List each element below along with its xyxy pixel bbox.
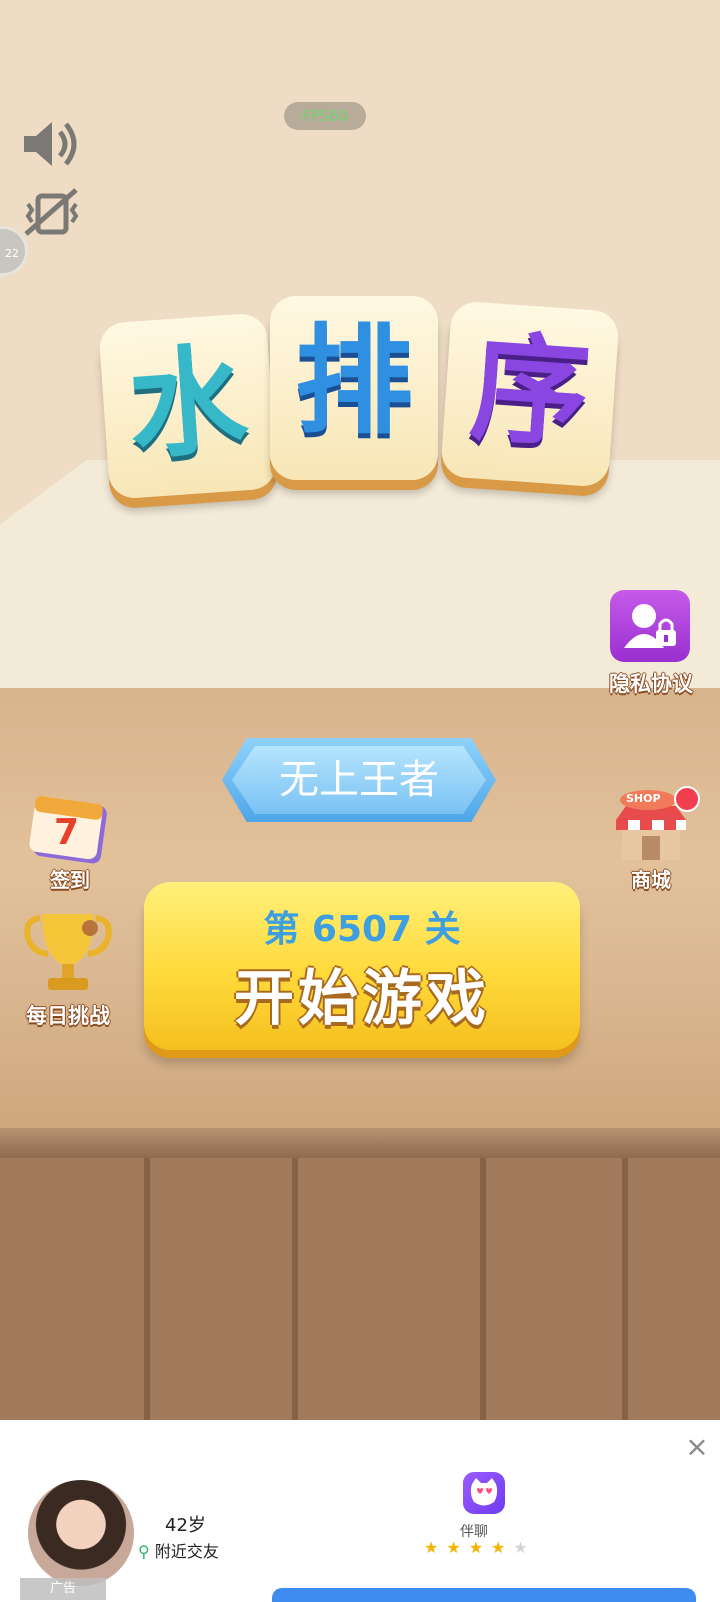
cabinet-divider: [292, 1158, 298, 1420]
trophy-icon: [18, 908, 118, 998]
calendar-day: 7: [54, 812, 80, 853]
fps-counter: FPS60: [284, 102, 366, 130]
start-game-button[interactable]: 第 6507 关 开始游戏: [144, 882, 580, 1050]
star-icon: ★: [468, 1538, 492, 1557]
shop-label: 商城: [631, 868, 671, 892]
star-icon: ★: [424, 1538, 447, 1557]
rank-label: 无上王者: [232, 746, 486, 814]
cabinet-divider: [622, 1158, 628, 1420]
ad-location-text: 附近交友: [154, 1542, 219, 1561]
title-char: 水: [124, 330, 252, 476]
ad-age: 42岁: [165, 1515, 206, 1536]
star-icon: ★: [491, 1538, 514, 1557]
title-tile: 水: [98, 312, 278, 500]
calendar-icon: 7: [28, 792, 112, 864]
signin-label: 签到: [50, 868, 90, 892]
title-char: 排: [294, 312, 413, 450]
ad-location: ⚲ 附近交友: [138, 1538, 219, 1562]
vibration-off-icon[interactable]: [20, 184, 82, 240]
shop-notification-dot: [674, 786, 700, 812]
daily-challenge-label: 每日挑战: [26, 1004, 110, 1028]
game-scene: [0, 0, 720, 1420]
ad-app-icon[interactable]: [463, 1472, 505, 1514]
rank-badge: 无上王者: [222, 738, 496, 822]
star-icon: ★: [513, 1538, 536, 1557]
location-pin-icon: ⚲: [138, 1542, 150, 1561]
star-icon: ★: [446, 1538, 469, 1557]
cabinet-divider: [144, 1158, 150, 1420]
cabinet-divider: [480, 1158, 486, 1420]
privacy-label: 隐私协议: [609, 672, 693, 696]
shop-sign-text: SHOP: [626, 792, 661, 805]
ad-rating-stars: ★★★★★: [424, 1538, 536, 1557]
sound-toggle-icon[interactable]: [20, 116, 82, 172]
title-tile: 序: [440, 300, 620, 488]
start-game-label: 开始游戏: [234, 964, 490, 1034]
ad-tag: 广告: [20, 1578, 106, 1600]
ad-close-icon[interactable]: ×: [684, 1433, 710, 1461]
level-number: 第 6507 关: [263, 909, 461, 950]
title-tile: 排: [270, 296, 438, 480]
privacy-user-lock-icon: [610, 590, 690, 662]
wooden-cabinet: [0, 1158, 720, 1420]
ad-avatar[interactable]: [28, 1480, 134, 1586]
title-char: 序: [466, 318, 594, 464]
table-edge: [0, 1128, 720, 1158]
